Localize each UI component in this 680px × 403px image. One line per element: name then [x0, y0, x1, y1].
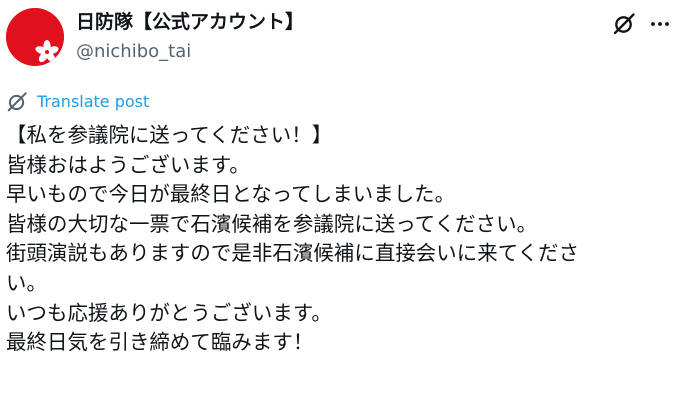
post-text-line: いつも応援ありがとうございます。	[6, 300, 332, 325]
post-text-line: 皆様おはようございます。	[6, 152, 250, 177]
post-text: 【私を参議院に送ってください！】 皆様おはようございます。 早いもので今日が最終…	[6, 121, 674, 358]
grok-button[interactable]	[610, 10, 638, 38]
avatar[interactable]	[6, 8, 64, 66]
post-card: 日防隊【公式アカウント】 @nichibo_tai Translate post…	[0, 0, 680, 403]
grok-icon	[613, 13, 635, 35]
post-text-line: い。	[6, 270, 47, 295]
author-handle[interactable]: @nichibo_tai	[76, 40, 191, 64]
post-text-line: 皆様の大切な一票で石濱候補を参議院に送ってください。	[6, 211, 538, 236]
post-text-line: 街頭演説もありますので是非石濱候補に直接会いに来てくださ	[6, 241, 580, 266]
translate-post-button[interactable]: Translate post	[6, 90, 149, 114]
post-text-line: 早いもので今日が最終日となってしまいました。	[6, 182, 456, 207]
cherry-blossom-logo-icon	[6, 8, 64, 66]
post-text-line: 最終日気を引き締めて臨みます！	[6, 330, 314, 355]
more-icon	[651, 22, 669, 26]
translate-post-label: Translate post	[37, 92, 150, 111]
translate-icon	[7, 92, 27, 112]
author-display-name[interactable]: 日防隊【公式アカウント】	[76, 9, 304, 35]
more-options-button[interactable]	[646, 10, 674, 38]
post-text-line: 【私を参議院に送ってください！】	[6, 123, 333, 147]
